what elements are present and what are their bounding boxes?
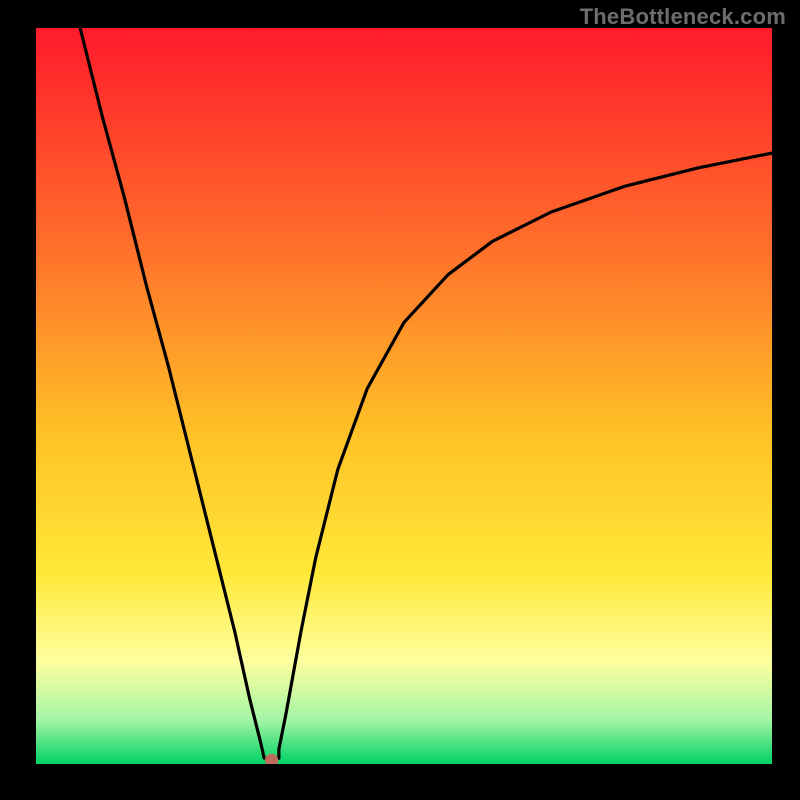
plot-area (36, 28, 772, 764)
gradient-background (36, 28, 772, 764)
watermark-text: TheBottleneck.com (580, 4, 786, 30)
chart-frame: TheBottleneck.com (0, 0, 800, 800)
plot-svg (36, 28, 772, 764)
